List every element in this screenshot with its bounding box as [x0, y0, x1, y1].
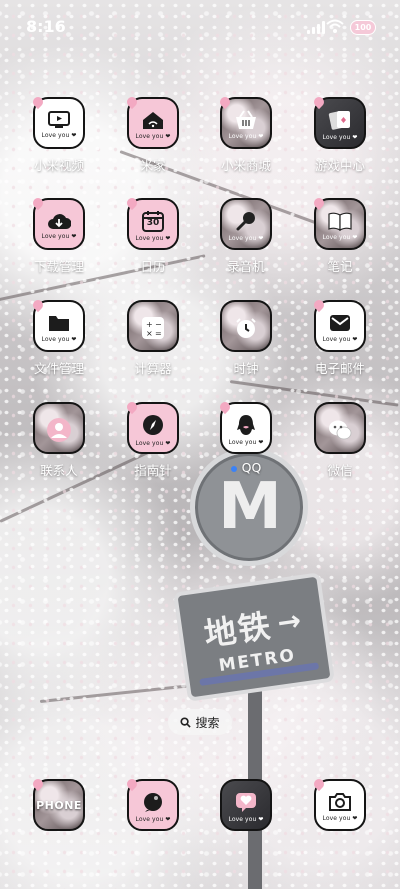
- dock-heart-app[interactable]: Love you ❤: [200, 779, 292, 831]
- app-label: QQ: [241, 460, 262, 475]
- battery-icon: 100: [350, 20, 376, 35]
- contact-person-icon: [46, 417, 72, 443]
- app-label: 指南针: [134, 463, 172, 478]
- folder-icon: [47, 313, 71, 333]
- app-icon[interactable]: [220, 300, 272, 352]
- dock-phone[interactable]: PHONE: [13, 776, 105, 831]
- app-mi-store[interactable]: Love you ❤ 小米商城: [200, 94, 292, 174]
- app-mijia[interactable]: Love you ❤ 米家: [107, 94, 199, 174]
- app-notes[interactable]: Love you ❤ 笔记: [294, 195, 386, 275]
- calendar-day: 30: [146, 218, 160, 228]
- cellular-signal-icon: [307, 21, 325, 34]
- app-label: 小米视频: [33, 158, 84, 173]
- metro-direction-sign: 地铁 → METRO: [173, 572, 335, 702]
- app-label: 日历: [140, 259, 166, 274]
- app-label: 时钟: [233, 361, 259, 376]
- app-xiaomi-video[interactable]: Love you ❤ 小米视频: [13, 94, 105, 174]
- svg-text:=: =: [155, 329, 162, 338]
- notification-dot: [230, 465, 237, 472]
- love-caption: Love you ❤: [41, 233, 77, 240]
- app-label: 微信: [327, 463, 353, 478]
- love-caption: Love you ❤: [228, 133, 264, 140]
- mail-icon: [328, 313, 352, 333]
- app-compass[interactable]: Love you ❤ 指南针: [107, 399, 199, 479]
- app-label: 米家: [140, 158, 166, 173]
- app-wechat[interactable]: 微信: [294, 402, 386, 479]
- calculator-icon: + − × =: [141, 316, 165, 340]
- love-caption: Love you ❤: [135, 133, 171, 140]
- svg-text:+: +: [146, 320, 153, 329]
- app-game-center[interactable]: Love you ❤ 游戏中心: [294, 94, 386, 174]
- alarm-clock-icon: [234, 316, 258, 340]
- love-caption: Love you ❤: [135, 440, 171, 447]
- tv-icon: [48, 111, 70, 129]
- app-icon[interactable]: Love you ❤: [220, 779, 272, 831]
- app-calendar[interactable]: 30 Love you ❤ 日历: [107, 195, 199, 275]
- app-clock[interactable]: 时钟: [200, 300, 292, 377]
- metro-sign-chinese: 地铁: [201, 606, 275, 654]
- app-label: 录音机: [227, 259, 265, 274]
- app-label: 游戏中心: [314, 158, 365, 173]
- svg-text:−: −: [155, 320, 162, 329]
- app-label: 联系人: [40, 463, 78, 478]
- app-file-manager[interactable]: Love you ❤ 文件管理: [13, 297, 105, 377]
- status-time: 8:16: [26, 17, 66, 36]
- compass-icon: [141, 413, 165, 437]
- love-caption: Love you ❤: [41, 336, 77, 343]
- app-icon[interactable]: [314, 402, 366, 454]
- wechat-icon: [327, 419, 353, 441]
- message-bubble-icon: [141, 791, 165, 813]
- love-caption: Love you ❤: [228, 439, 264, 446]
- app-recorder[interactable]: Love you ❤ 录音机: [200, 198, 292, 275]
- camera-icon: [328, 792, 352, 812]
- cloud-download-icon: [47, 212, 71, 230]
- open-book-icon: [327, 211, 353, 231]
- status-bar: 8:16 100: [0, 0, 400, 56]
- dock-messages[interactable]: Love you ❤: [107, 776, 199, 831]
- love-caption: Love you ❤: [322, 815, 358, 822]
- app-label-wrap: QQ: [200, 460, 292, 475]
- app-label: 下载管理: [33, 259, 84, 274]
- app-label: 计算器: [134, 361, 172, 376]
- search-button[interactable]: 搜索: [168, 709, 232, 735]
- app-email[interactable]: Love you ❤ 电子邮件: [294, 297, 386, 377]
- app-calculator[interactable]: + − × = 计算器: [107, 300, 199, 377]
- app-label: 电子邮件: [314, 361, 365, 376]
- love-caption: Love you ❤: [228, 235, 264, 242]
- love-caption: Love you ❤: [135, 816, 171, 823]
- app-download-manager[interactable]: Love you ❤ 下载管理: [13, 195, 105, 275]
- app-icon[interactable]: + − × =: [127, 300, 179, 352]
- qq-penguin-icon: [235, 414, 257, 436]
- love-caption: Love you ❤: [228, 816, 264, 823]
- app-icon[interactable]: [33, 402, 85, 454]
- app-label: 小米商城: [220, 158, 271, 173]
- love-caption: Love you ❤: [322, 336, 358, 343]
- calendar-icon: 30: [141, 210, 165, 232]
- app-icon[interactable]: Love you ❤: [220, 198, 272, 250]
- phone-icon: PHONE: [36, 798, 82, 812]
- search-icon: [180, 716, 192, 728]
- metro-logo-letter: M: [218, 470, 282, 544]
- svg-text:×: ×: [146, 329, 153, 338]
- app-qq[interactable]: Love you ❤ QQ: [200, 399, 292, 475]
- love-caption: Love you ❤: [322, 234, 358, 241]
- game-cards-icon: [327, 109, 353, 131]
- app-contacts[interactable]: 联系人: [13, 402, 105, 479]
- shopping-basket-icon: [234, 110, 258, 130]
- love-caption: Love you ❤: [135, 235, 171, 242]
- arrow-right-icon: →: [275, 602, 304, 639]
- app-label: 笔记: [327, 259, 353, 274]
- microphone-icon: [235, 210, 257, 232]
- app-label: 文件管理: [33, 361, 84, 376]
- home-wifi-icon: [141, 110, 165, 130]
- love-caption: Love you ❤: [41, 132, 77, 139]
- dock-camera[interactable]: Love you ❤: [294, 776, 386, 831]
- battery-level: 100: [354, 23, 372, 32]
- heart-message-icon: [234, 791, 258, 813]
- love-caption: Love you ❤: [322, 134, 358, 141]
- search-label: 搜索: [195, 715, 220, 730]
- wifi-icon: [326, 19, 344, 33]
